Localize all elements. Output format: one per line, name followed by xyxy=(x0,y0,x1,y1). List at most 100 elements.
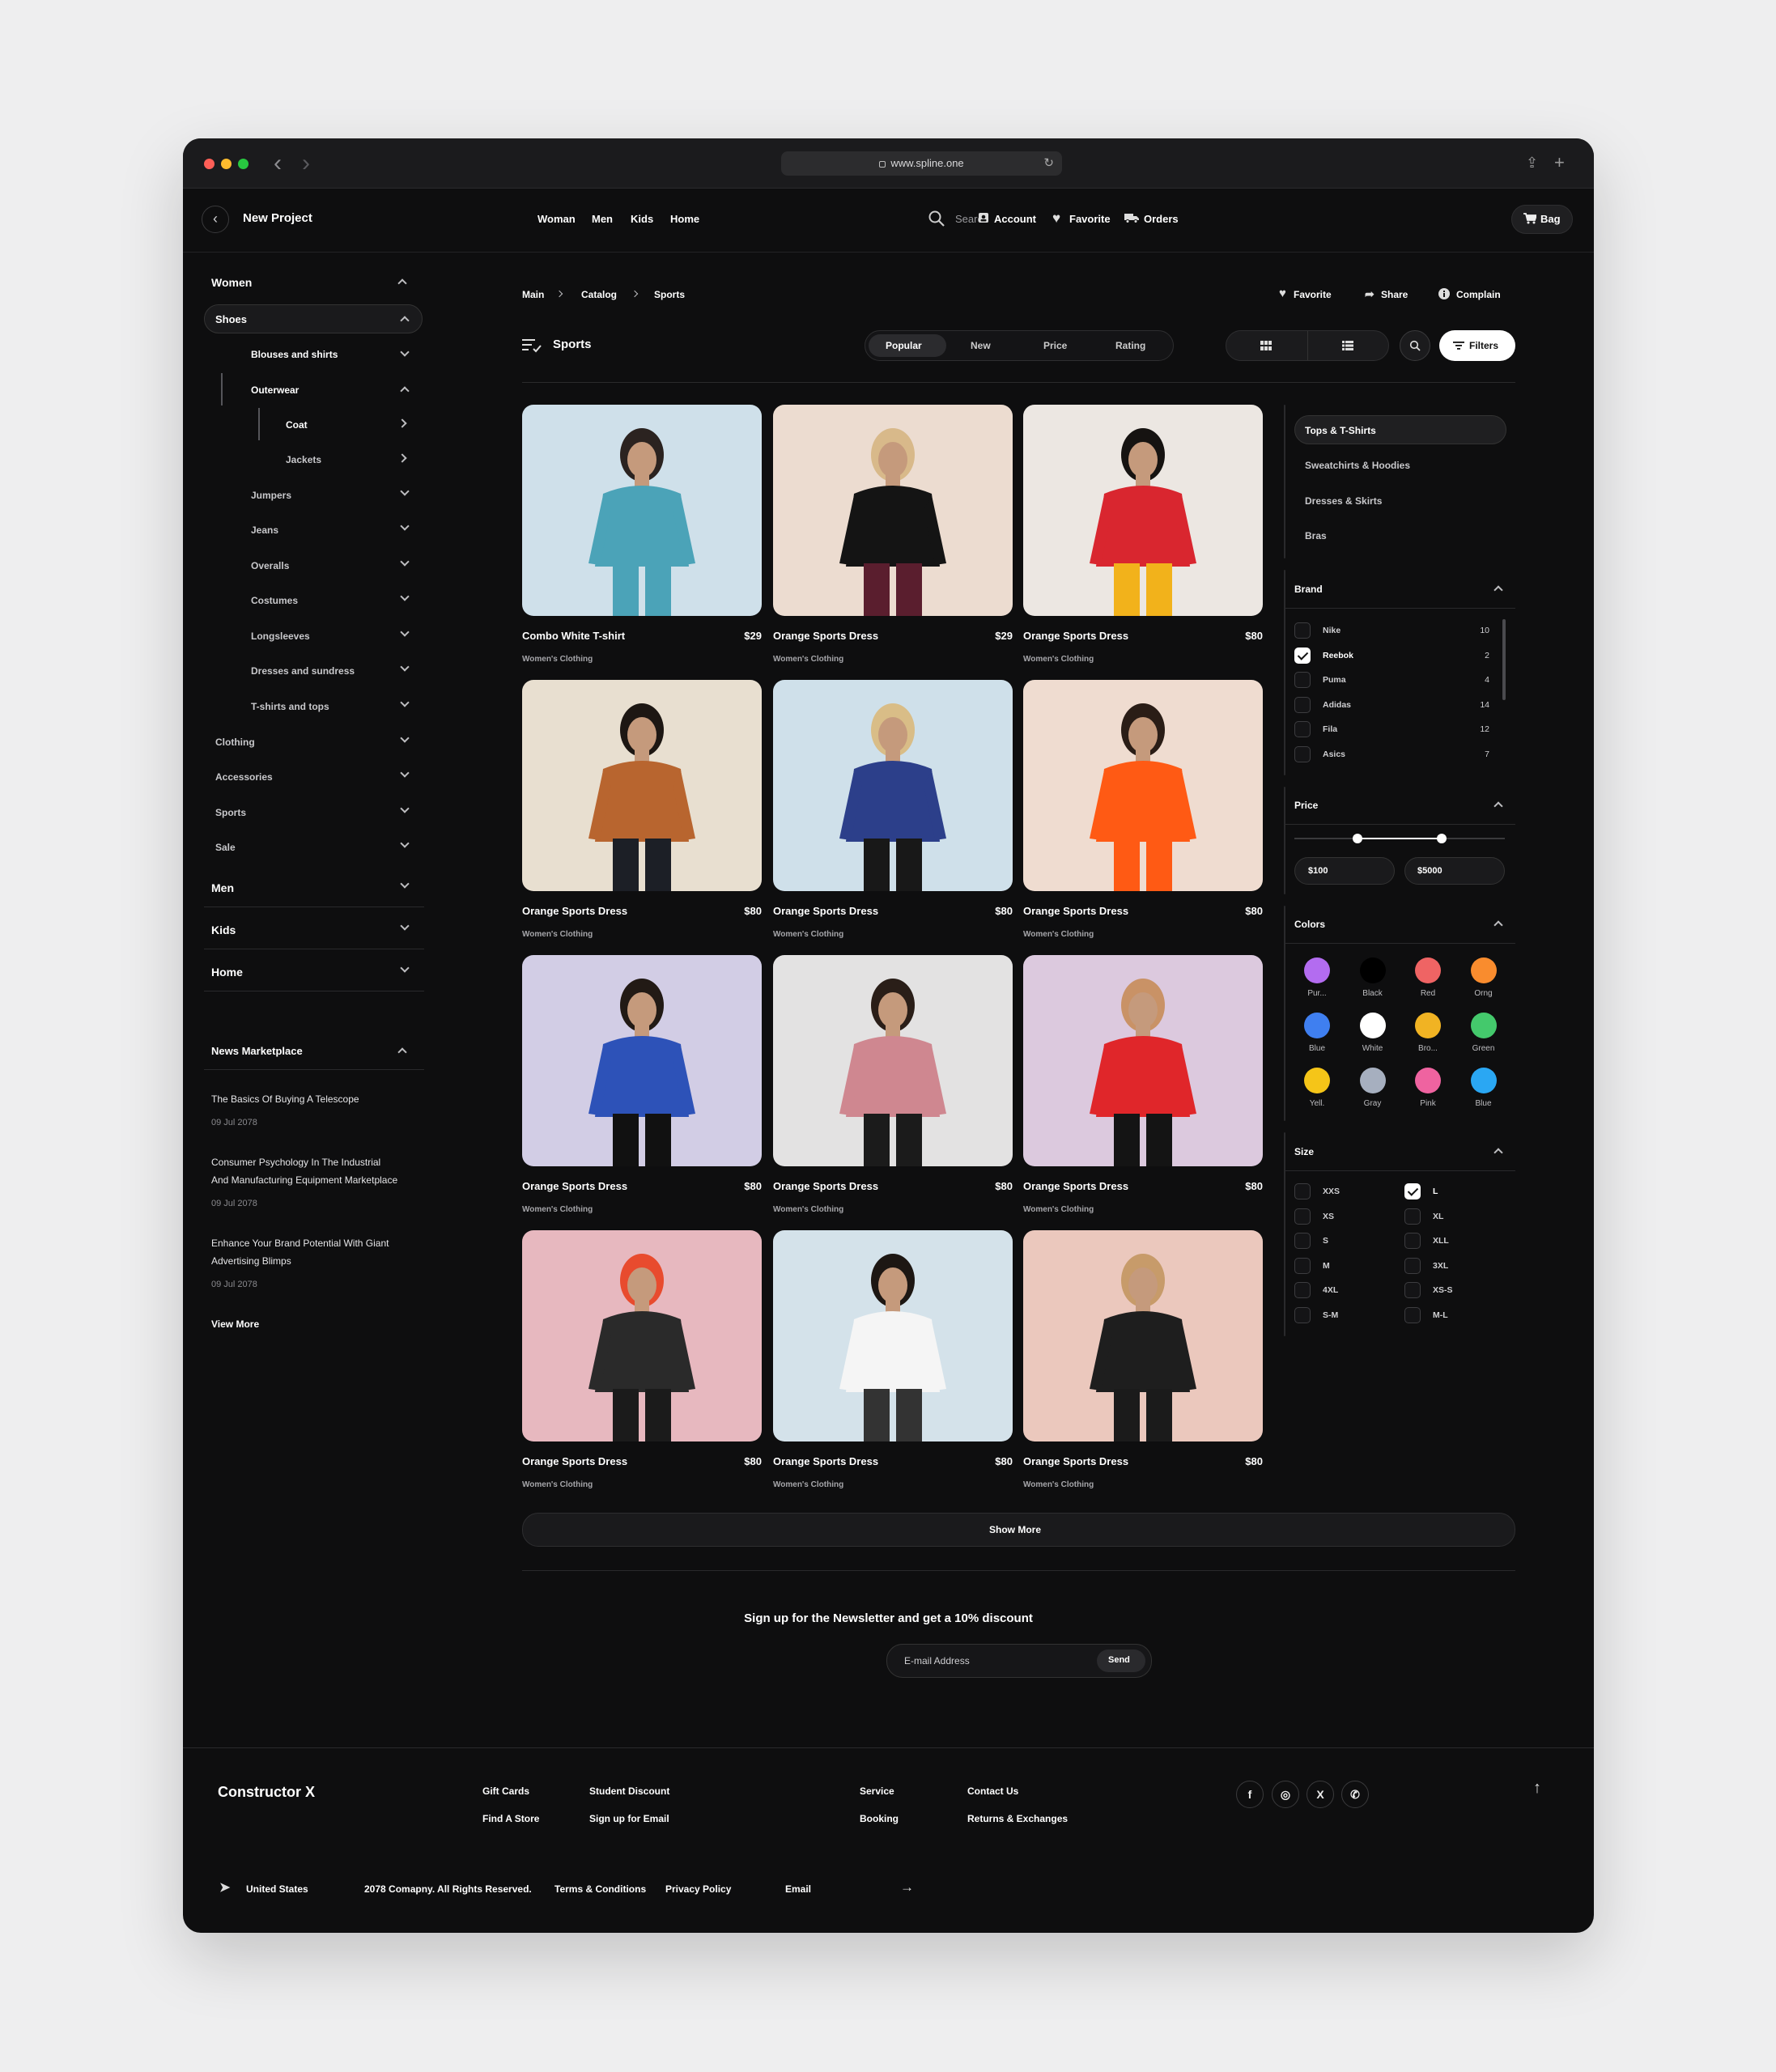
color-swatch[interactable] xyxy=(1470,1013,1497,1038)
chevron-down-icon[interactable] xyxy=(400,963,410,973)
breadcrumb-main[interactable]: Main xyxy=(522,289,544,300)
size-checkbox[interactable] xyxy=(1294,1233,1311,1249)
footer-student-discount[interactable]: Student Discount xyxy=(589,1785,669,1797)
sidebar-item-outerwear[interactable]: Outerwear xyxy=(251,384,299,396)
breadcrumb-catalog[interactable]: Catalog xyxy=(581,289,617,300)
color-swatch[interactable] xyxy=(1304,957,1330,983)
chevron-down-icon[interactable] xyxy=(400,627,410,637)
footer-logo[interactable]: Constructor X xyxy=(218,1784,315,1801)
tab-new[interactable]: New xyxy=(971,340,991,351)
news-item-title[interactable]: Enhance Your Brand Potential With Giant xyxy=(211,1238,389,1249)
size-checkbox[interactable] xyxy=(1294,1257,1311,1274)
browser-back-icon[interactable]: ‹ xyxy=(274,151,282,176)
chevron-down-icon[interactable] xyxy=(400,698,410,707)
product-image[interactable] xyxy=(1023,1230,1263,1441)
sidebar-item-tshirts[interactable]: T-shirts and tops xyxy=(251,701,329,712)
product-name[interactable]: Combo White T-shirt xyxy=(522,630,625,642)
instagram-icon[interactable]: ◎ xyxy=(1272,1781,1299,1808)
tab-rating[interactable]: Rating xyxy=(1115,340,1145,351)
grid-view-icon[interactable] xyxy=(1260,341,1272,350)
chevron-down-icon[interactable] xyxy=(400,879,410,889)
size-checkbox[interactable] xyxy=(1294,1183,1311,1199)
product-image[interactable] xyxy=(773,680,1013,891)
sidebar-item-home[interactable]: Home xyxy=(211,966,243,979)
color-swatch[interactable] xyxy=(1415,1068,1441,1093)
brand-checkbox[interactable] xyxy=(1294,696,1311,713)
footer-returns[interactable]: Returns & Exchanges xyxy=(967,1813,1068,1824)
chevron-up-icon[interactable] xyxy=(400,386,410,396)
product-name[interactable]: Orange Sports Dress xyxy=(1023,1455,1128,1467)
sidebar-item-jackets[interactable]: Jackets xyxy=(286,454,321,465)
sidebar-item-men[interactable]: Men xyxy=(211,881,234,894)
chevron-down-icon[interactable] xyxy=(400,592,410,601)
scroll-top-icon[interactable]: ↑ xyxy=(1533,1779,1541,1798)
sidebar-item-sports[interactable]: Sports xyxy=(215,807,246,818)
view-more-link[interactable]: View More xyxy=(211,1318,259,1330)
color-swatch[interactable] xyxy=(1359,1013,1386,1038)
sidebar-item-women[interactable]: Women xyxy=(211,276,252,289)
sidebar-item-blouses[interactable]: Blouses and shirts xyxy=(251,349,338,360)
facebook-icon[interactable]: f xyxy=(1236,1781,1264,1808)
chevron-down-icon[interactable] xyxy=(400,662,410,672)
color-swatch[interactable] xyxy=(1304,1013,1330,1038)
product-image[interactable] xyxy=(522,1230,762,1441)
price-min-handle[interactable] xyxy=(1353,834,1362,843)
color-swatch[interactable] xyxy=(1304,1068,1330,1093)
product-image[interactable] xyxy=(1023,405,1263,616)
sidebar-item-accessories[interactable]: Accessories xyxy=(215,771,273,783)
list-view-icon[interactable] xyxy=(1342,341,1353,350)
size-checkbox[interactable] xyxy=(1404,1282,1421,1298)
sidebar-item-kids[interactable]: Kids xyxy=(211,923,236,936)
footer-country[interactable]: United States xyxy=(246,1883,308,1895)
product-name[interactable]: Orange Sports Dress xyxy=(773,1455,878,1467)
product-image[interactable] xyxy=(1023,680,1263,891)
brand-checkbox[interactable] xyxy=(1294,721,1311,738)
product-name[interactable]: Orange Sports Dress xyxy=(522,1180,627,1192)
sidebar-item-jeans[interactable]: Jeans xyxy=(251,524,278,536)
sidebar-item-dresses[interactable]: Dresses and sundress xyxy=(251,665,355,677)
size-checkbox[interactable] xyxy=(1404,1233,1421,1249)
color-swatch[interactable] xyxy=(1415,1013,1441,1038)
brand-checkbox[interactable] xyxy=(1294,622,1311,639)
arrow-right-icon[interactable]: → xyxy=(900,1879,914,1896)
nav-woman[interactable]: Woman xyxy=(537,213,576,225)
size-checkbox[interactable] xyxy=(1404,1306,1421,1323)
chevron-up-icon[interactable] xyxy=(1493,920,1503,930)
product-image[interactable] xyxy=(522,405,762,616)
sidebar-item-overalls[interactable]: Overalls xyxy=(251,560,289,571)
chevron-down-icon[interactable] xyxy=(400,557,410,567)
nav-men[interactable]: Men xyxy=(592,213,613,225)
news-item-title[interactable]: The Basics Of Buying A Telescope xyxy=(211,1093,359,1105)
size-checkbox[interactable] xyxy=(1404,1183,1421,1199)
product-image[interactable] xyxy=(1023,955,1263,1166)
product-name[interactable]: Orange Sports Dress xyxy=(522,905,627,917)
color-swatch[interactable] xyxy=(1470,1068,1497,1093)
color-swatch[interactable] xyxy=(1415,957,1441,983)
sidebar-item-longsleeves[interactable]: Longsleeves xyxy=(251,631,310,642)
footer-sign-up-email[interactable]: Sign up for Email xyxy=(589,1813,669,1824)
footer-booking[interactable]: Booking xyxy=(860,1813,899,1824)
share-action[interactable]: Share xyxy=(1381,289,1408,300)
back-button[interactable]: ‹ xyxy=(202,206,229,233)
orders-link[interactable]: Orders xyxy=(1144,213,1179,225)
maximize-window-icon[interactable] xyxy=(238,159,249,169)
size-checkbox[interactable] xyxy=(1294,1282,1311,1298)
product-name[interactable]: Orange Sports Dress xyxy=(1023,1180,1128,1192)
product-name[interactable]: Orange Sports Dress xyxy=(1023,630,1128,642)
chevron-up-icon[interactable] xyxy=(397,1047,407,1057)
color-swatch[interactable] xyxy=(1359,1068,1386,1093)
brand-checkbox[interactable] xyxy=(1294,672,1311,689)
nav-kids[interactable]: Kids xyxy=(631,213,653,225)
product-name[interactable]: Orange Sports Dress xyxy=(522,1455,627,1467)
chevron-up-icon[interactable] xyxy=(1493,1148,1503,1157)
x-twitter-icon[interactable]: X xyxy=(1307,1781,1334,1808)
scrollbar[interactable] xyxy=(1502,619,1506,700)
news-item-title-cont[interactable]: And Manufacturing Equipment Marketplace xyxy=(211,1174,397,1186)
complain-action[interactable]: Complain xyxy=(1456,289,1501,300)
chevron-down-icon[interactable] xyxy=(400,486,410,496)
chevron-down-icon[interactable] xyxy=(400,521,410,531)
chevron-up-icon[interactable] xyxy=(397,278,407,288)
size-checkbox[interactable] xyxy=(1404,1257,1421,1274)
footer-gift-cards[interactable]: Gift Cards xyxy=(482,1785,529,1797)
sidebar-item-clothing[interactable]: Clothing xyxy=(215,737,255,748)
